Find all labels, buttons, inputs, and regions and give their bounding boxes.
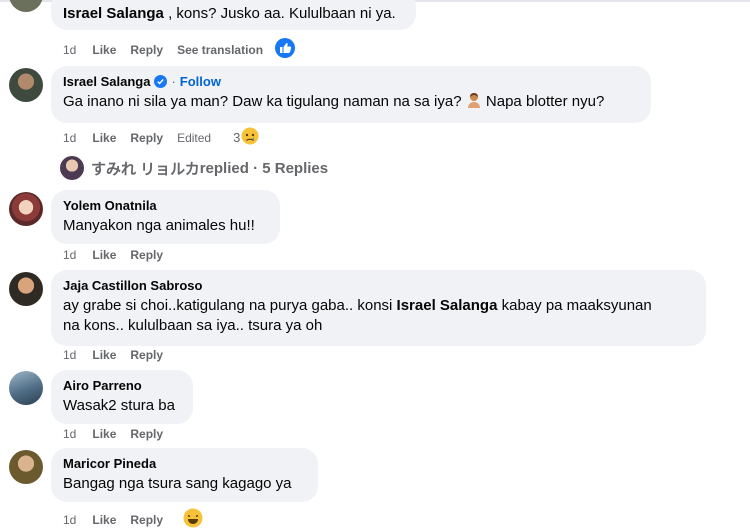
comment-text-end: Napa blotter nyu? xyxy=(481,93,605,110)
comment-bubble: Airo Parreno Wasak2 stura ba xyxy=(51,370,193,424)
reply-button[interactable]: Reply xyxy=(130,512,163,528)
comment-text-line2: na kons.. kululbaan sa iya.. tsura ya oh xyxy=(63,317,323,334)
comment-time[interactable]: 1d xyxy=(63,42,76,58)
like-button[interactable]: Like xyxy=(92,426,116,442)
avatar[interactable] xyxy=(9,450,43,484)
replies-count-text: replied · 5 Replies xyxy=(199,159,329,177)
comment-actions: 1d Like Reply xyxy=(63,347,177,363)
laugh-reaction-icon[interactable] xyxy=(183,508,203,532)
edited-label[interactable]: Edited xyxy=(177,130,211,146)
reaction-count: 3 xyxy=(233,130,241,145)
comment-time[interactable]: 1d xyxy=(63,512,76,528)
like-button[interactable]: Like xyxy=(92,347,116,363)
comment-actions: 1d Like Reply xyxy=(63,508,217,532)
comment-text: Bangag nga tsura sang kagago ya xyxy=(63,475,292,492)
comment-time[interactable]: 1d xyxy=(63,347,76,363)
comment-time[interactable]: 1d xyxy=(63,426,76,442)
person-emoji-icon xyxy=(466,92,482,108)
comment-author[interactable]: Airo Parreno xyxy=(63,377,142,394)
see-translation-link[interactable]: See translation xyxy=(177,42,263,58)
comment-text-cont: kabay pa maaksyunan xyxy=(497,297,652,314)
reply-avatar xyxy=(60,156,84,180)
comment-text: , kons? Jusko aa. Kululbaan ni ya. xyxy=(163,5,396,22)
comment-actions: 1d Like Reply Edited 3 xyxy=(63,127,287,149)
comment-bubble: Jaja Castillon Sabroso ay grabe si choi.… xyxy=(51,270,706,346)
reaction-summary[interactable]: 3 xyxy=(233,127,273,149)
reply-button[interactable]: Reply xyxy=(130,426,163,442)
reply-user: すみれ リョルカ xyxy=(91,160,200,178)
avatar[interactable] xyxy=(9,192,43,226)
avatar[interactable] xyxy=(9,371,43,405)
view-replies-link[interactable]: すみれ リョルカ replied · 5 Replies xyxy=(60,156,328,180)
comment-bubble: Israel Salanga , kons? Jusko aa. Kululba… xyxy=(51,0,416,30)
follow-button[interactable]: Follow xyxy=(180,73,221,90)
reply-button[interactable]: Reply xyxy=(130,42,163,58)
comment-text: Ga inano ni sila ya man? Daw ka tigulang… xyxy=(63,93,466,110)
comment-author[interactable]: Yolem Onatnila xyxy=(63,197,157,214)
comment-bubble: Yolem Onatnila Manyakon nga animales hu!… xyxy=(51,190,280,244)
like-reaction-icon[interactable] xyxy=(275,38,296,62)
comment-bubble: Israel Salanga · Follow Ga inano ni sila… xyxy=(51,66,651,123)
avatar[interactable] xyxy=(9,272,43,306)
separator-dot: · xyxy=(171,74,176,89)
comment-actions: 1d Like Reply See translation xyxy=(63,38,309,62)
comment-bubble: Maricor Pineda Bangag nga tsura sang kag… xyxy=(51,448,318,502)
comment-time[interactable]: 1d xyxy=(63,247,76,263)
reply-button[interactable]: Reply xyxy=(130,130,163,146)
like-button[interactable]: Like xyxy=(92,247,116,263)
comment-text: Manyakon nga animales hu!! xyxy=(63,217,255,234)
comment-actions: 1d Like Reply xyxy=(63,426,177,442)
comment-actions: 1d Like Reply xyxy=(63,247,177,263)
comment-text: Wasak2 stura ba xyxy=(63,397,175,414)
comment-author[interactable]: Maricor Pineda xyxy=(63,455,156,472)
verified-badge-icon xyxy=(154,75,168,88)
comment-text: ay grabe si choi..katigulang na purya ga… xyxy=(63,297,397,314)
sad-reaction-icon xyxy=(241,127,259,149)
mention-name[interactable]: Israel Salanga xyxy=(63,5,164,22)
comment-author[interactable]: Israel Salanga xyxy=(63,73,150,90)
like-button[interactable]: Like xyxy=(92,512,116,528)
reply-button[interactable]: Reply xyxy=(130,347,163,363)
comment-author[interactable]: Jaja Castillon Sabroso xyxy=(63,277,202,294)
reply-button[interactable]: Reply xyxy=(130,247,163,263)
like-button[interactable]: Like xyxy=(92,130,116,146)
mention-name[interactable]: Israel Salanga xyxy=(397,297,498,314)
avatar[interactable] xyxy=(9,68,43,102)
avatar[interactable] xyxy=(9,0,43,12)
like-button[interactable]: Like xyxy=(92,42,116,58)
comment-time[interactable]: 1d xyxy=(63,130,76,146)
